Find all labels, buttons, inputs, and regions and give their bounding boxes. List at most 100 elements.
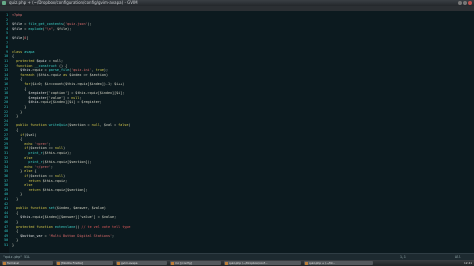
code-line[interactable]: 44 { — [0, 211, 474, 215]
code-line[interactable]: 50 } — [0, 238, 474, 242]
minimize-button[interactable] — [458, 1, 462, 5]
code-line[interactable]: 34 echo '</pre>'; — [0, 165, 474, 169]
line-number: 44 — [4, 210, 8, 215]
task-label: mc [/config] — [175, 261, 192, 265]
code-line[interactable]: 6 $file[0] — [0, 36, 474, 40]
task-label: quiz.php (~/Dropbox/conf... — [229, 261, 268, 265]
line-number: 23 — [4, 114, 8, 119]
code-line[interactable]: 10 { — [0, 54, 474, 58]
code-text: $file = explode("\n", $file); — [12, 27, 71, 31]
code-token: avapa — [24, 49, 35, 54]
code-line[interactable]: 38 else — [0, 183, 474, 187]
code-text: { — [12, 211, 18, 215]
code-line[interactable]: 35 } else { — [0, 169, 474, 173]
code-line[interactable]: 22 } — [0, 110, 474, 114]
code-line[interactable]: 49 $button_var = 'Multi Button Digital S… — [0, 234, 474, 238]
code-line[interactable]: 5 — [0, 31, 474, 35]
code-line[interactable]: 13 $this->quiz = parse_file('quiz.ini', … — [0, 68, 474, 72]
code-line[interactable]: 47 protected function extenvlane() // te… — [0, 225, 474, 229]
code-line[interactable]: 26 { — [0, 128, 474, 132]
code-line[interactable]: 17 { — [0, 87, 474, 91]
code-line[interactable]: 15 { — [0, 77, 474, 81]
task-label: gvim-avapa — [121, 261, 138, 265]
taskbar-task-button[interactable]: mc [/config] — [170, 261, 221, 265]
code-line[interactable]: 29 echo '<pre>'; — [0, 142, 474, 146]
code-line[interactable]: 42 — [0, 202, 474, 206]
code-line[interactable]: 23 } — [0, 114, 474, 118]
line-number: 38 — [4, 183, 8, 188]
code-token: ($section = — [67, 123, 92, 128]
taskbar-task-button[interactable]: Terminal — [2, 261, 53, 265]
line-number: 15 — [4, 77, 8, 82]
taskbar-task-button[interactable]: [Mozilla Firefox] — [56, 261, 113, 265]
code-line[interactable]: 14 foreach ($this->quiz as $index => $se… — [0, 73, 474, 77]
code-line[interactable]: 7 — [0, 41, 474, 45]
code-line[interactable]: 1 <?php — [0, 13, 474, 17]
code-line[interactable]: 30 if($section == null) — [0, 146, 474, 150]
code-line[interactable]: 11 protected $quiz = null; — [0, 59, 474, 63]
code-line[interactable]: 37 return $this->quiz; — [0, 179, 474, 183]
code-line[interactable]: 43 public function set($index, $answer, … — [0, 206, 474, 210]
code-line[interactable]: 48 { — [0, 229, 474, 233]
code-text: function __construct () { — [12, 64, 67, 68]
line-number: 2 — [6, 17, 8, 22]
code-line[interactable]: 20 $this->quiz[$index][$i] = $register; — [0, 100, 474, 104]
taskbar-task-button[interactable]: gvim-avapa — [116, 261, 167, 265]
taskbar-task-button[interactable]: quiz.php (~/Dropbox/conf... — [224, 261, 301, 265]
code-line[interactable]: 39 return $this->quiz[$section]; — [0, 188, 474, 192]
line-number: 10 — [4, 54, 8, 59]
code-line[interactable]: 21 } — [0, 105, 474, 109]
code-line[interactable]: 12 function __construct () { — [0, 64, 474, 68]
code-line[interactable]: 25 public function writeQuiz($section = … — [0, 123, 474, 127]
code-line[interactable]: 40 } — [0, 192, 474, 196]
code-text: { — [12, 137, 22, 141]
code-line[interactable]: 3 $file = file_get_contents('quiz.json'); — [0, 22, 474, 26]
code-line[interactable]: 36 if($section == null) — [0, 174, 474, 178]
code-line[interactable]: 2 — [0, 18, 474, 22]
taskbar-task-button[interactable]: quiz.php + (~/Dr... — [304, 261, 373, 265]
code-line[interactable]: 45 $this->quiz[$index][$answer]['value']… — [0, 215, 474, 219]
code-token: "\n" — [44, 26, 53, 31]
line-number: 5 — [6, 31, 8, 36]
code-token: public function — [12, 206, 47, 211]
code-token: } — [12, 197, 19, 201]
code-line[interactable]: 19 $register['value'] = null; — [0, 96, 474, 100]
code-line[interactable]: 28 { — [0, 137, 474, 141]
code-line[interactable]: 32 else — [0, 156, 474, 160]
task-app-icon — [3, 261, 6, 265]
code-token: $this — [12, 215, 31, 220]
line-number: 41 — [4, 197, 8, 201]
code-line[interactable]: 41 } — [0, 197, 474, 201]
code-line[interactable]: 4 $file = explode("\n", $file); — [0, 27, 474, 31]
code-line[interactable]: 8 — [0, 45, 474, 49]
code-line[interactable]: 9 class avapa — [0, 50, 474, 54]
code-token: false — [118, 123, 129, 128]
code-line[interactable]: 46 } — [0, 220, 474, 224]
code-line[interactable]: 24 — [0, 119, 474, 123]
code-token: $this->quiz; — [40, 178, 68, 183]
code-line[interactable]: 31 print_r($this->quiz); — [0, 151, 474, 155]
code-line[interactable]: 33 print_r($this->quiz[$section]); — [0, 160, 474, 164]
code-text: { — [12, 87, 26, 91]
code-token: function — [12, 63, 33, 68]
line-number: 46 — [4, 220, 8, 224]
code-token: ; — [112, 233, 115, 238]
line-number: 27 — [4, 132, 8, 137]
code-text: } — [12, 220, 18, 224]
code-token: } — [12, 243, 15, 247]
close-button[interactable] — [468, 1, 472, 5]
code-editor[interactable]: 1 <?php 2 3 $file = file_get_contents('quiz.… — [0, 12, 474, 261]
maximize-button[interactable] — [463, 1, 467, 5]
code-token: null — [54, 146, 64, 151]
line-number: 22 — [4, 109, 8, 114]
line-number: 20 — [4, 100, 8, 105]
code-line[interactable]: 16 for($i=0; $i<=count($this->quiz[$inde… — [0, 82, 474, 86]
line-number: 43 — [4, 206, 8, 211]
code-line[interactable]: 27 if($val) — [0, 133, 474, 137]
code-token: $register — [12, 91, 47, 96]
code-token: ($section == — [28, 174, 55, 178]
task-app-icon — [225, 261, 228, 265]
code-line[interactable]: 18 $register['caption'] = $this->quiz[$i… — [0, 91, 474, 95]
code-token: { — [12, 86, 27, 91]
code-line[interactable]: 51} — [0, 243, 474, 247]
